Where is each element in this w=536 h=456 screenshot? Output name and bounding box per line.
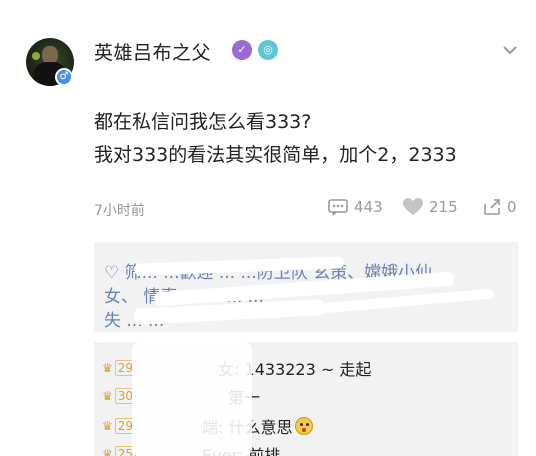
heart-icon xyxy=(403,198,423,215)
content-line: 我对333的看法其实很简单，加个2，2333 xyxy=(94,144,457,166)
post-content: 都在私信问我怎么看333? 我对333的看法其实很简单，加个2，2333 xyxy=(94,106,457,172)
like-button[interactable]: 215 xyxy=(403,198,458,216)
redaction-mark xyxy=(132,342,252,456)
share-icon xyxy=(484,199,500,215)
repost-button[interactable]: 443 xyxy=(328,198,383,216)
member-icon: ◎ xyxy=(258,40,278,60)
shocked-emoji-icon xyxy=(294,417,313,435)
share-count: 0 xyxy=(507,198,517,216)
crown-icon: ♛ xyxy=(102,389,113,403)
like-count: 215 xyxy=(429,198,458,216)
male-icon: ♂ xyxy=(55,68,73,86)
share-button[interactable]: 0 xyxy=(483,198,517,216)
crown-icon: ♛ xyxy=(102,361,113,375)
verified-icon: ✓ xyxy=(232,40,252,60)
post-time: 7小时前 xyxy=(94,203,145,219)
crown-icon: ♛ xyxy=(102,447,113,456)
comment-list: ♛ 29 女: 1433223 ~ 走起 ♛ 30 第一 ♛ 29 端: 什么意… xyxy=(94,342,518,456)
repost-icon xyxy=(328,199,348,216)
repost-count: 443 xyxy=(354,198,383,216)
chevron-down-icon[interactable] xyxy=(500,40,520,60)
liked-by-box[interactable]: ♡ 筛... ...歡迎 ... ...防卫队 玄策、嫦娥小仙 女、 情真 ..… xyxy=(94,242,518,332)
crown-icon: ♛ xyxy=(102,419,113,433)
content-line: 都在私信问我怎么看333? xyxy=(94,111,312,133)
username[interactable]: 英雄吕布之父 xyxy=(94,38,211,65)
weibo-post: ♂ 英雄吕布之父 ✓ ◎ 都在私信问我怎么看333? 我对333的看法其实很简单… xyxy=(0,0,536,456)
